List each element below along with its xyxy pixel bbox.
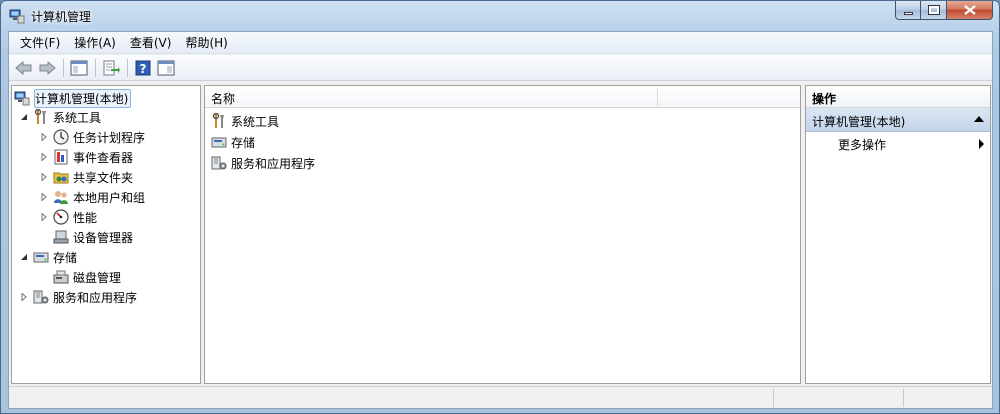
client-area: 文件(F) 操作(A) 查看(V) 帮助(H) ? 计算机管理(本地) 系统工具… xyxy=(8,31,993,409)
toolbar-separator xyxy=(95,58,96,77)
status-cell xyxy=(903,389,991,407)
title-bar[interactable]: 计算机管理 xyxy=(1,1,999,31)
maximize-button[interactable] xyxy=(921,1,947,20)
tree-item-label: 本地用户和组 xyxy=(73,190,146,205)
collapsed-arrow-icon[interactable] xyxy=(38,151,50,163)
expanded-arrow-icon[interactable] xyxy=(18,251,30,263)
menu-help[interactable]: 帮助(H) xyxy=(178,32,234,53)
actions-pane: 操作 计算机管理(本地) 更多操作 xyxy=(805,85,991,384)
tree-item-shared-folders[interactable]: 共享文件夹 xyxy=(38,167,133,187)
computer-management-icon xyxy=(14,90,30,106)
collapsed-arrow-icon[interactable] xyxy=(38,131,50,143)
services-apps-icon xyxy=(211,155,227,171)
list-item-label: 系统工具 xyxy=(231,114,280,129)
storage-icon xyxy=(211,134,227,150)
users-icon xyxy=(53,189,69,205)
tree-item-task-scheduler[interactable]: 任务计划程序 xyxy=(38,127,145,147)
collapsed-arrow-icon[interactable] xyxy=(18,291,30,303)
tree-item-label: 性能 xyxy=(73,210,98,225)
status-cell xyxy=(773,389,903,407)
result-list: 名称 系统工具 存储 服务和应用程序 xyxy=(204,85,801,384)
clock-icon xyxy=(53,129,69,145)
computer-management-icon xyxy=(9,8,25,24)
tree-item-label: 存储 xyxy=(53,250,78,265)
tree-item-label: 任务计划程序 xyxy=(73,130,146,145)
tree-item-storage[interactable]: 存储 xyxy=(18,247,77,267)
action-pane-icon xyxy=(157,60,175,75)
tree-item-local-users[interactable]: 本地用户和组 xyxy=(38,187,145,207)
device-manager-icon xyxy=(53,229,69,245)
services-apps-icon xyxy=(33,289,49,305)
tree-item-performance[interactable]: 性能 xyxy=(38,207,97,227)
minimize-button[interactable] xyxy=(895,1,921,20)
tree-item-label: 计算机管理(本地) xyxy=(34,88,132,108)
list-header: 名称 xyxy=(205,86,800,108)
help-button[interactable]: ? xyxy=(132,57,154,79)
forward-arrow-icon xyxy=(39,60,56,75)
actions-title: 操作 xyxy=(806,86,990,108)
tree-item-device-manager[interactable]: 设备管理器 xyxy=(53,227,133,247)
menu-bar: 文件(F) 操作(A) 查看(V) 帮助(H) xyxy=(9,32,992,54)
toolbar: ? xyxy=(9,55,992,81)
list-item[interactable]: 存储 xyxy=(211,132,255,152)
toolbar-separator xyxy=(63,58,64,77)
tree-item-label: 磁盘管理 xyxy=(73,270,122,285)
actions-section-label: 计算机管理(本地) xyxy=(812,115,906,129)
list-item-label: 服务和应用程序 xyxy=(231,156,316,171)
tree-item-label: 系统工具 xyxy=(53,110,102,125)
window-title: 计算机管理 xyxy=(31,10,92,24)
list-item-label: 存储 xyxy=(231,135,256,150)
tree-item-system-tools[interactable]: 系统工具 xyxy=(18,107,101,127)
tree-item-disk-management[interactable]: 磁盘管理 xyxy=(53,267,121,287)
collapsed-arrow-icon[interactable] xyxy=(38,191,50,203)
minimize-icon xyxy=(903,11,913,15)
tree-item-event-viewer[interactable]: 事件查看器 xyxy=(38,147,133,167)
tree-item-label: 设备管理器 xyxy=(73,230,134,245)
list-item[interactable]: 服务和应用程序 xyxy=(211,153,315,173)
disk-management-icon xyxy=(53,269,69,285)
tree-item-services-apps[interactable]: 服务和应用程序 xyxy=(18,287,137,307)
tree-item-label: 共享文件夹 xyxy=(73,170,134,185)
help-icon: ? xyxy=(135,60,151,76)
console-tree-icon xyxy=(70,60,88,75)
back-arrow-icon xyxy=(15,60,32,75)
close-icon xyxy=(963,5,976,15)
status-bar xyxy=(9,386,992,408)
submenu-arrow-icon[interactable] xyxy=(979,139,984,149)
tree-item-label: 事件查看器 xyxy=(73,150,134,165)
show-hide-tree-button[interactable] xyxy=(68,57,90,79)
more-actions-item[interactable]: 更多操作 xyxy=(838,136,886,153)
actions-section-header[interactable]: 计算机管理(本地) xyxy=(806,108,990,132)
toolbar-separator xyxy=(127,58,128,77)
close-button[interactable] xyxy=(947,1,993,20)
export-list-icon xyxy=(103,60,120,75)
expanded-arrow-icon[interactable] xyxy=(18,111,30,123)
menu-view[interactable]: 查看(V) xyxy=(123,32,179,53)
menu-action[interactable]: 操作(A) xyxy=(67,32,123,53)
column-header-name[interactable]: 名称 xyxy=(211,90,235,107)
back-button[interactable] xyxy=(13,57,35,79)
show-hide-action-pane-button[interactable] xyxy=(155,57,177,79)
collapsed-arrow-icon[interactable] xyxy=(38,211,50,223)
tree-item-root[interactable]: 计算机管理(本地) xyxy=(14,88,132,108)
collapse-up-arrow-icon[interactable] xyxy=(974,116,984,122)
performance-gauge-icon xyxy=(53,209,69,225)
event-viewer-icon xyxy=(53,149,69,165)
menu-file[interactable]: 文件(F) xyxy=(13,32,67,53)
svg-text:?: ? xyxy=(140,62,147,76)
maximize-icon xyxy=(927,5,940,15)
system-tools-icon xyxy=(33,109,49,125)
column-divider[interactable] xyxy=(657,88,658,106)
export-list-button[interactable] xyxy=(100,57,122,79)
list-item[interactable]: 系统工具 xyxy=(211,111,279,131)
system-tools-icon xyxy=(211,113,227,129)
app-window: 计算机管理 文件(F) 操作(A) 查看(V) 帮助(H) ? 计算机管理(本地… xyxy=(0,0,1000,414)
shared-folder-icon xyxy=(53,169,69,185)
console-tree: 计算机管理(本地) 系统工具 任务计划程序 事件查看器 共享文件夹 本地用户和组… xyxy=(11,85,201,384)
collapsed-arrow-icon[interactable] xyxy=(38,171,50,183)
forward-button[interactable] xyxy=(36,57,58,79)
storage-icon xyxy=(33,249,49,265)
tree-item-label: 服务和应用程序 xyxy=(53,290,138,305)
